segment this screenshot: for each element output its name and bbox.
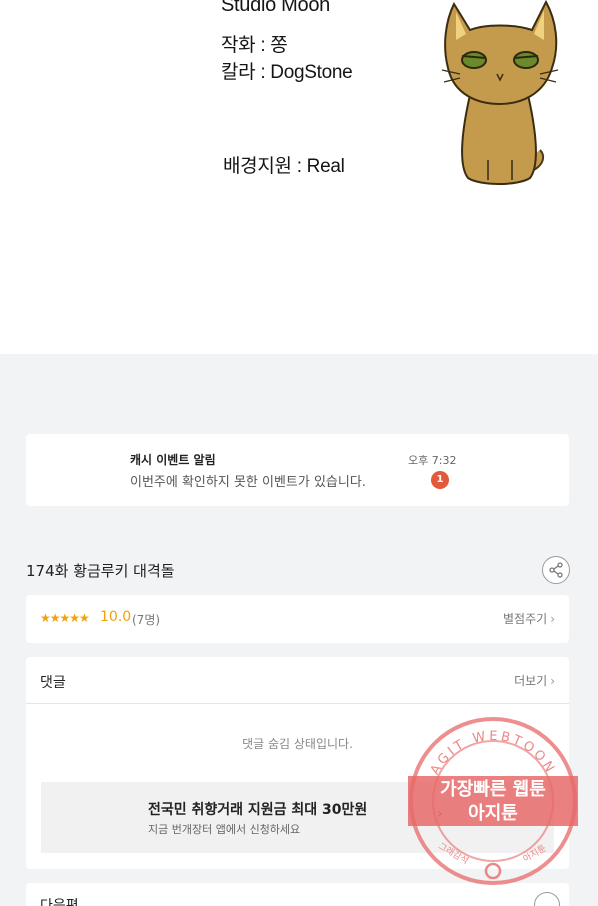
cat-illustration	[441, 0, 559, 185]
cash-event-notification[interactable]: 캐시 이벤트 알림 이번주에 확인하지 못한 이벤트가 있습니다. 오후 7:3…	[26, 434, 569, 506]
next-episode-icon	[534, 892, 560, 906]
ad-banner[interactable]: 전국민 취향거래 지원금 최대 30만원 지금 번개장터 앱에서 신청하세요 ›	[41, 782, 554, 853]
chevron-right-icon: ›	[550, 674, 555, 688]
rating-stars: ★★★★★	[40, 611, 90, 625]
rating-score: 10.0	[100, 609, 132, 625]
comments-title: 댓글	[40, 675, 66, 691]
comments-more-label: 더보기	[514, 674, 548, 688]
next-episode-card[interactable]: 다음편	[26, 883, 569, 906]
share-button[interactable]	[542, 556, 570, 584]
rating-vote-count: (7명)	[132, 613, 161, 627]
notification-title: 캐시 이벤트 알림	[130, 453, 216, 467]
share-icon	[549, 562, 563, 578]
chevron-right-icon: ›	[550, 612, 555, 626]
credit-background: 배경지원 : Real	[223, 156, 345, 177]
ad-arrow-icon: ›	[437, 806, 443, 822]
rate-button[interactable]: 별점주기 ›	[503, 610, 555, 627]
comments-card: 댓글 더보기 › 댓글 숨김 상태입니다. 전국민 취향거래 지원금 최대 30만…	[26, 657, 569, 869]
credit-studio: Studio Moon	[221, 0, 330, 16]
rating-card: ★★★★★ 10.0 (7명) 별점주기 ›	[26, 595, 569, 643]
credit-artist: 작화 : 쫑	[221, 35, 288, 56]
webtoon-credits-panel: Studio Moon 작화 : 쫑 칼라 : DogStone 배경지원 : …	[0, 0, 598, 354]
notification-message: 이번주에 확인하지 못한 이벤트가 있습니다.	[130, 475, 366, 490]
episode-title: 174화 황금루키 대격돌	[26, 562, 175, 580]
credit-colorist: 칼라 : DogStone	[221, 62, 353, 83]
notification-count-badge: 1	[431, 471, 449, 489]
ad-title: 전국민 취향거래 지원금 최대 30만원	[148, 802, 368, 818]
comments-hidden-message: 댓글 숨김 상태입니다.	[242, 737, 353, 751]
ad-subtitle: 지금 번개장터 앱에서 신청하세요	[148, 823, 301, 836]
next-episode-title: 다음편	[40, 898, 79, 906]
comments-header: 댓글 더보기 ›	[26, 657, 569, 704]
comments-more-button[interactable]: 더보기 ›	[514, 672, 555, 689]
notification-time: 오후 7:32	[408, 454, 457, 467]
rate-button-label: 별점주기	[503, 612, 548, 626]
